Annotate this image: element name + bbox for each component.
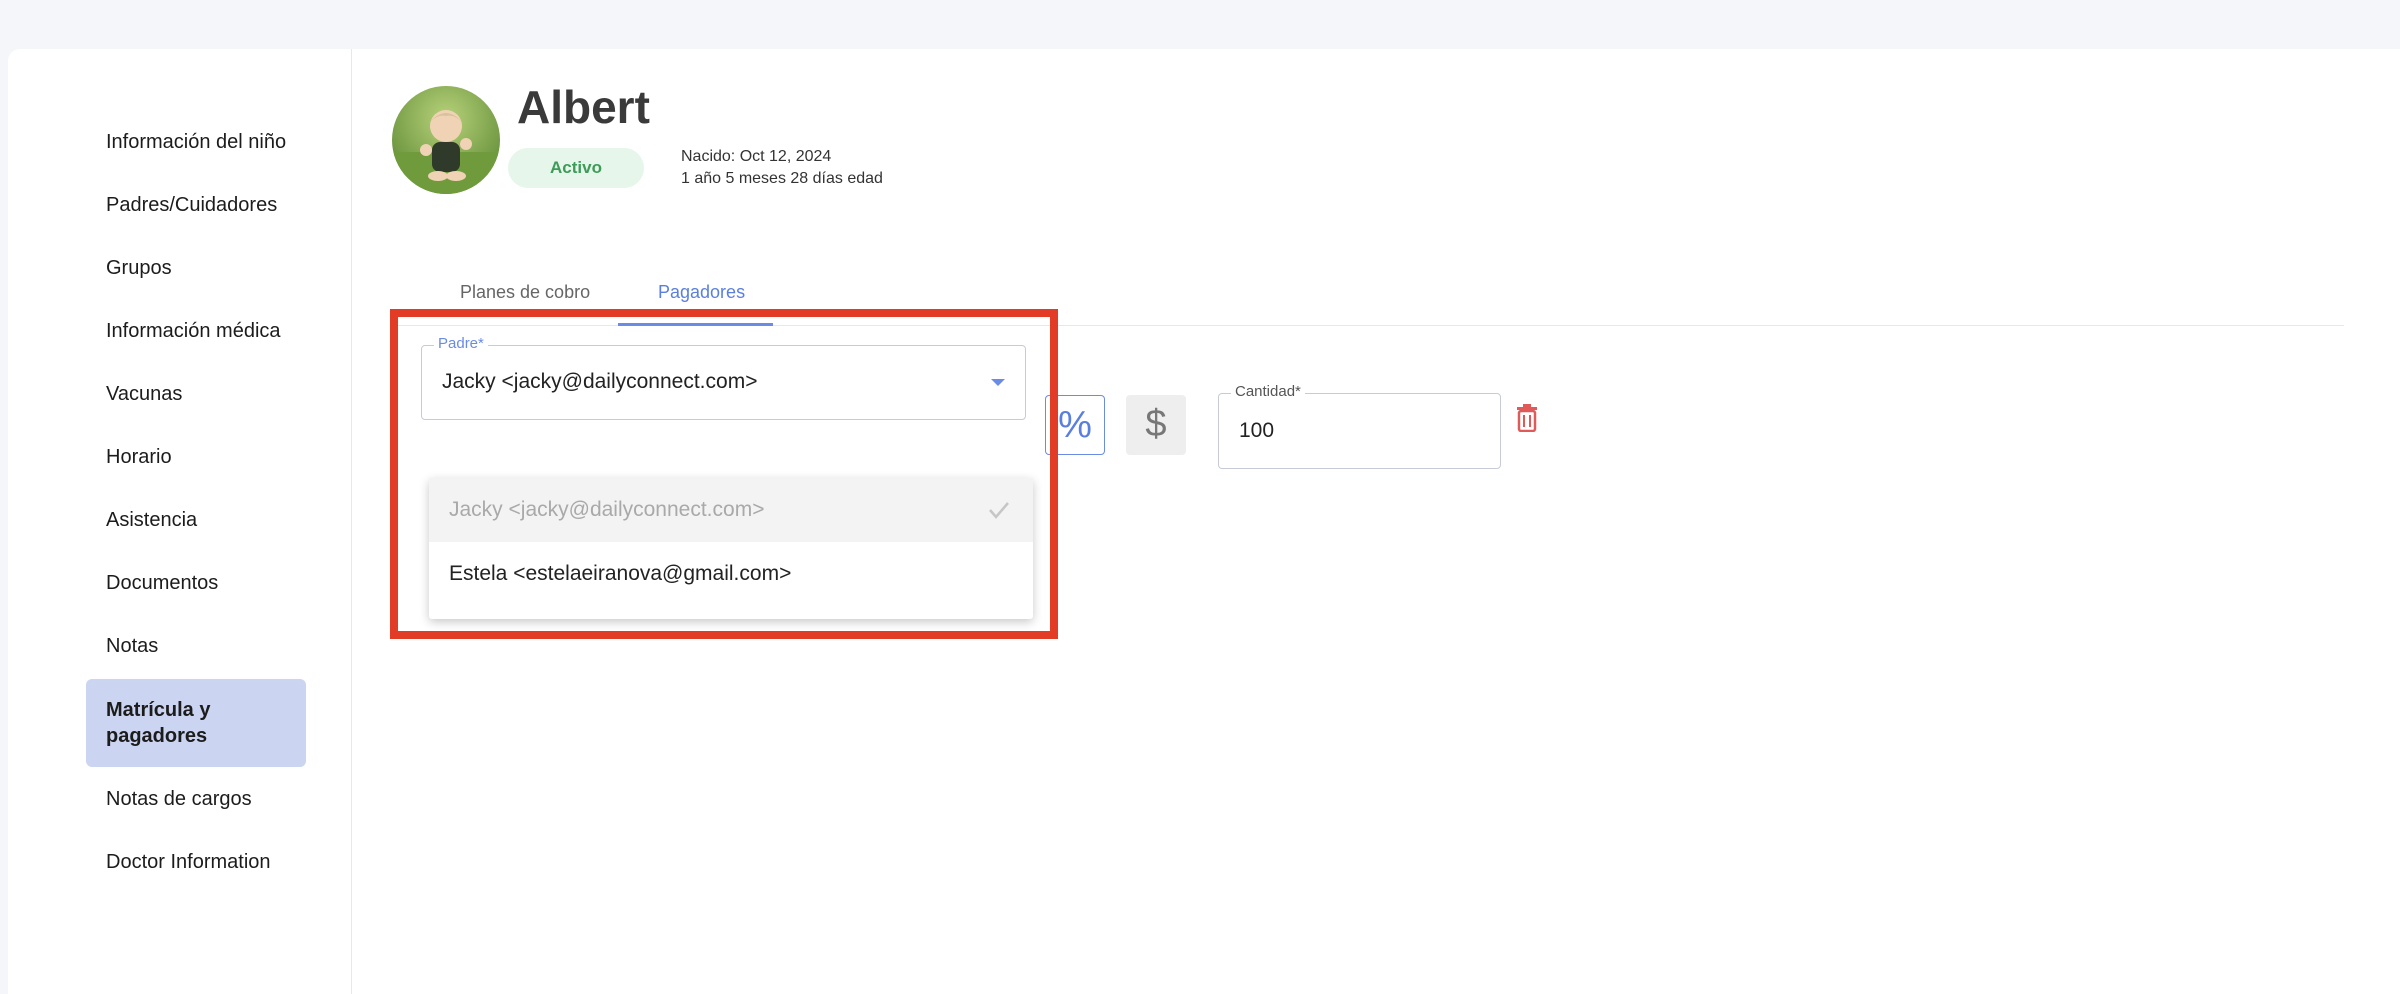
highlight-box xyxy=(390,309,1058,639)
sidebar-item-notas[interactable]: Notas xyxy=(86,633,306,659)
trash-icon[interactable] xyxy=(1516,404,1538,432)
dollar-toggle-button[interactable]: $ xyxy=(1126,395,1186,455)
amount-label: Cantidad* xyxy=(1231,382,1305,402)
tab-planes-cobro[interactable]: Planes de cobro xyxy=(460,282,590,303)
sidebar-item-informacion-nino[interactable]: Información del niño xyxy=(86,129,306,155)
sidebar-item-padres-cuidadores[interactable]: Padres/Cuidadores xyxy=(86,192,306,218)
sidebar-item-matricula-pagadores[interactable]: Matrícula y pagadores xyxy=(86,679,306,767)
sidebar: Información del niño Padres/Cuidadores G… xyxy=(8,49,352,994)
child-name: Albert xyxy=(517,81,650,133)
avatar xyxy=(392,86,500,194)
main-card: Información del niño Padres/Cuidadores G… xyxy=(8,49,2400,994)
status-badge: Activo xyxy=(508,148,644,188)
tab-pagadores[interactable]: Pagadores xyxy=(658,282,745,303)
amount-value: 100 xyxy=(1239,419,1275,442)
child-age: 1 año 5 meses 28 días edad xyxy=(681,170,883,187)
sidebar-item-notas-cargos[interactable]: Notas de cargos xyxy=(86,786,306,812)
birth-date: Nacido: Oct 12, 2024 xyxy=(681,148,832,165)
child-photo xyxy=(392,86,500,194)
sidebar-item-documentos[interactable]: Documentos xyxy=(86,570,306,596)
sidebar-item-horario[interactable]: Horario xyxy=(86,444,306,470)
sidebar-item-doctor-information[interactable]: Doctor Information xyxy=(86,849,306,875)
sidebar-item-informacion-medica[interactable]: Información médica xyxy=(86,318,306,344)
sidebar-item-asistencia[interactable]: Asistencia xyxy=(86,507,306,533)
birth-info: Nacido: Oct 12, 2024 1 año 5 meses 28 dí… xyxy=(681,146,883,190)
sidebar-item-vacunas[interactable]: Vacunas xyxy=(86,381,306,407)
amount-field[interactable]: Cantidad* 100 xyxy=(1218,382,1501,469)
sidebar-item-grupos[interactable]: Grupos xyxy=(86,255,306,281)
